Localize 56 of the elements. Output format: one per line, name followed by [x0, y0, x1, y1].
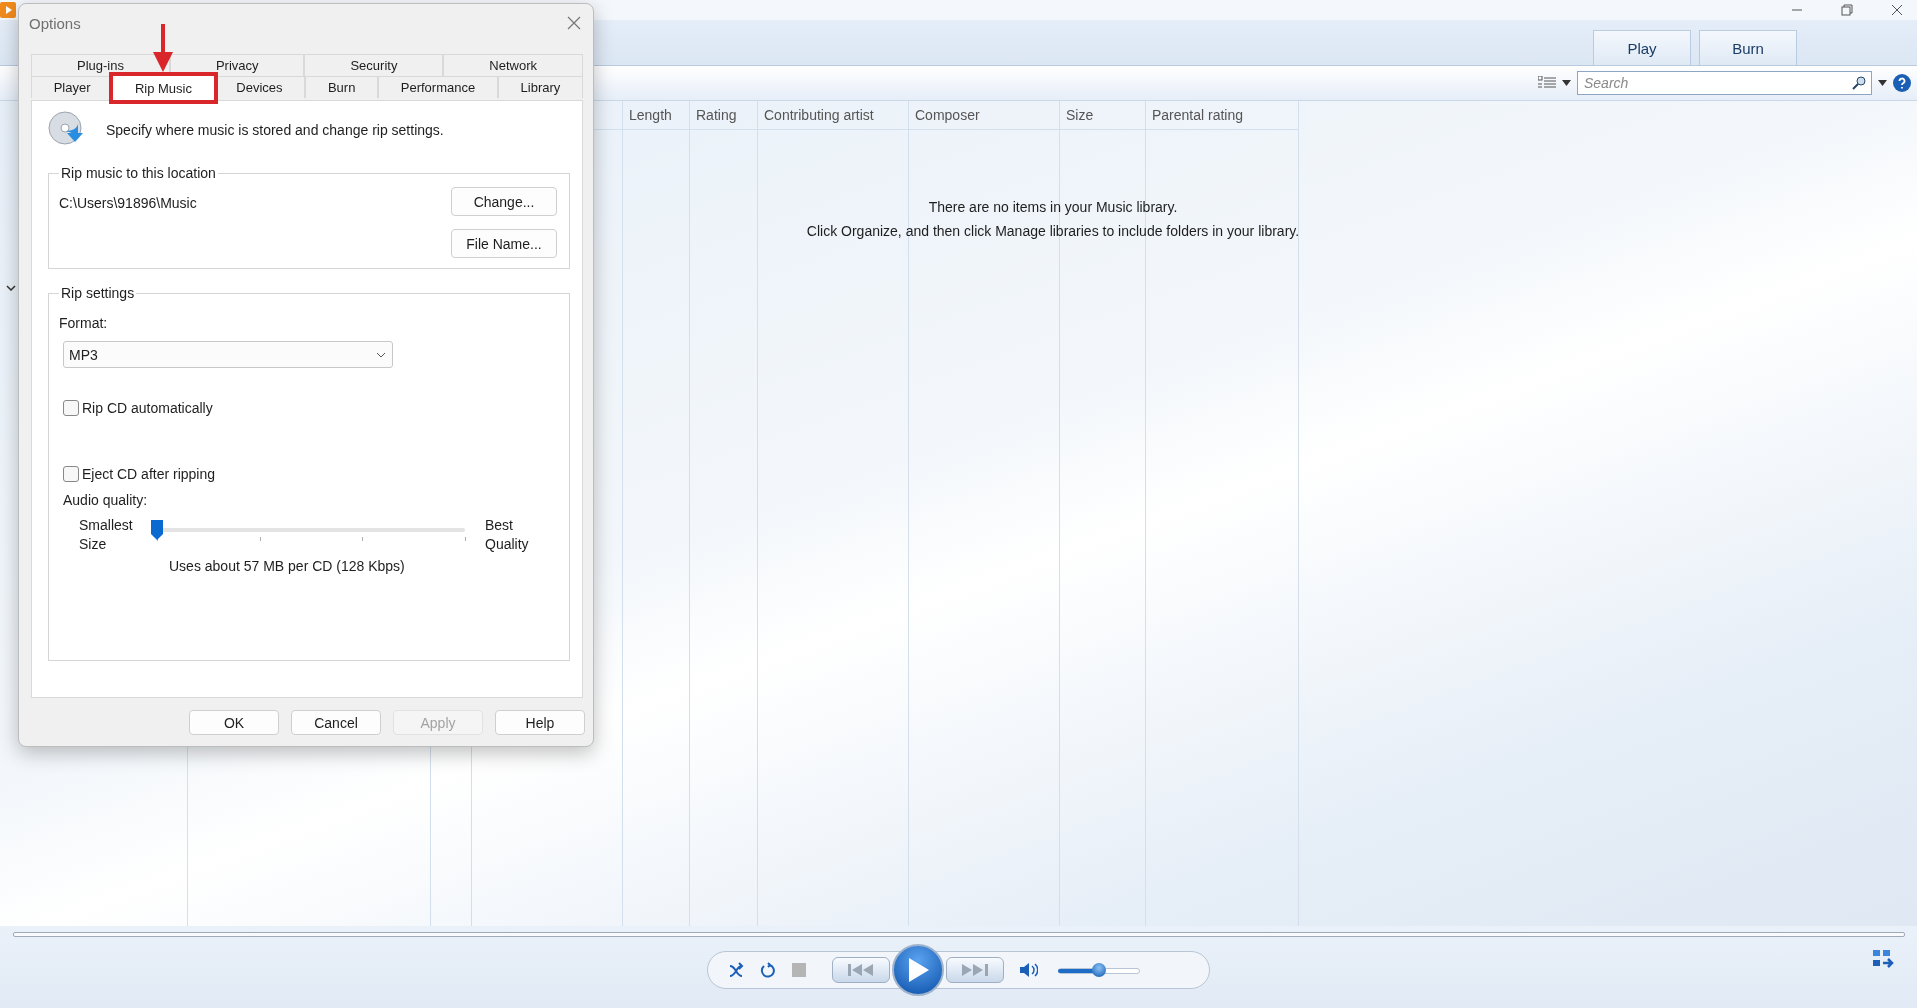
dialog-title: Options [29, 14, 81, 32]
play-button[interactable] [892, 944, 944, 996]
column-header[interactable]: Rating [696, 107, 737, 123]
quality-reading: Uses about 57 MB per CD (128 Kbps) [169, 558, 406, 574]
dialog-tab[interactable]: Privacy [169, 54, 305, 76]
group-title: Rip settings [60, 285, 136, 301]
dialog-button[interactable]: File Name... [451, 229, 557, 258]
checkbox[interactable] [63, 466, 79, 482]
repeat-icon[interactable] [760, 962, 776, 978]
mode-tab[interactable]: Play [1593, 30, 1691, 65]
format-dropdown[interactable]: MP3 [63, 341, 393, 368]
slider-thumb[interactable] [151, 520, 163, 540]
checkbox-option[interactable]: Eject CD after ripping [63, 466, 559, 482]
search-icon[interactable] [1852, 76, 1866, 90]
mode-tab[interactable]: Burn [1699, 30, 1797, 65]
empty-message: There are no items in your Music library. [928, 199, 1178, 215]
close-icon[interactable] [1891, 4, 1903, 16]
volume-thumb[interactable] [1092, 963, 1106, 977]
dialog-tab[interactable]: Performance [378, 76, 498, 98]
dialog-button[interactable]: OK [189, 710, 279, 735]
volume-icon[interactable] [1020, 962, 1038, 978]
description-text: Specify where music is stored and change rip settings. [106, 122, 444, 138]
group-title: Rip music to this location [60, 165, 217, 181]
dialog-tab[interactable]: Library [497, 76, 583, 98]
help-icon[interactable] [1893, 74, 1911, 92]
annotation-arrow [153, 24, 174, 72]
empty-message: Click Organize, and then click Manage libraries to include folders in your library. [806, 223, 1300, 239]
switch-view-icon[interactable] [1873, 950, 1895, 968]
dialog-button[interactable]: Change... [451, 187, 557, 216]
dialog-tab[interactable]: Burn [305, 76, 379, 98]
checkbox-option[interactable]: Rip CD automatically [63, 400, 559, 416]
column-header[interactable]: Parental rating [1152, 107, 1244, 123]
dialog-tab[interactable]: Network [443, 54, 583, 76]
column-header[interactable]: Contributing artist [764, 107, 874, 123]
column-header[interactable]: Size [1066, 107, 1094, 123]
caret-icon[interactable] [1878, 80, 1887, 86]
search-field[interactable]: Search [1577, 71, 1872, 95]
quality-label: Audio quality: [63, 492, 149, 508]
dialog-tab[interactable]: Security [304, 54, 444, 76]
play-icon[interactable] [907, 958, 929, 982]
chevron-icon [376, 351, 386, 358]
column-header[interactable]: Composer [915, 107, 980, 123]
caret-icon[interactable] [1562, 80, 1571, 86]
folder-path: C:\Users\91896\Music [59, 195, 197, 211]
close-icon[interactable] [567, 16, 581, 30]
shuffle-icon[interactable] [728, 962, 744, 978]
dialog-button[interactable]: Cancel [291, 710, 381, 735]
format-label: Format: [59, 315, 109, 331]
column-header[interactable]: Length [629, 107, 672, 123]
chevron-icon[interactable] [6, 285, 16, 291]
max-label: Best Quality [485, 516, 530, 554]
restore-icon[interactable] [1841, 4, 1853, 16]
min-label: Smallest Size [79, 516, 134, 554]
checkbox[interactable] [63, 400, 79, 416]
dialog-tab[interactable]: Rip Music [109, 72, 218, 104]
dialog-button[interactable]: Help [495, 710, 585, 735]
